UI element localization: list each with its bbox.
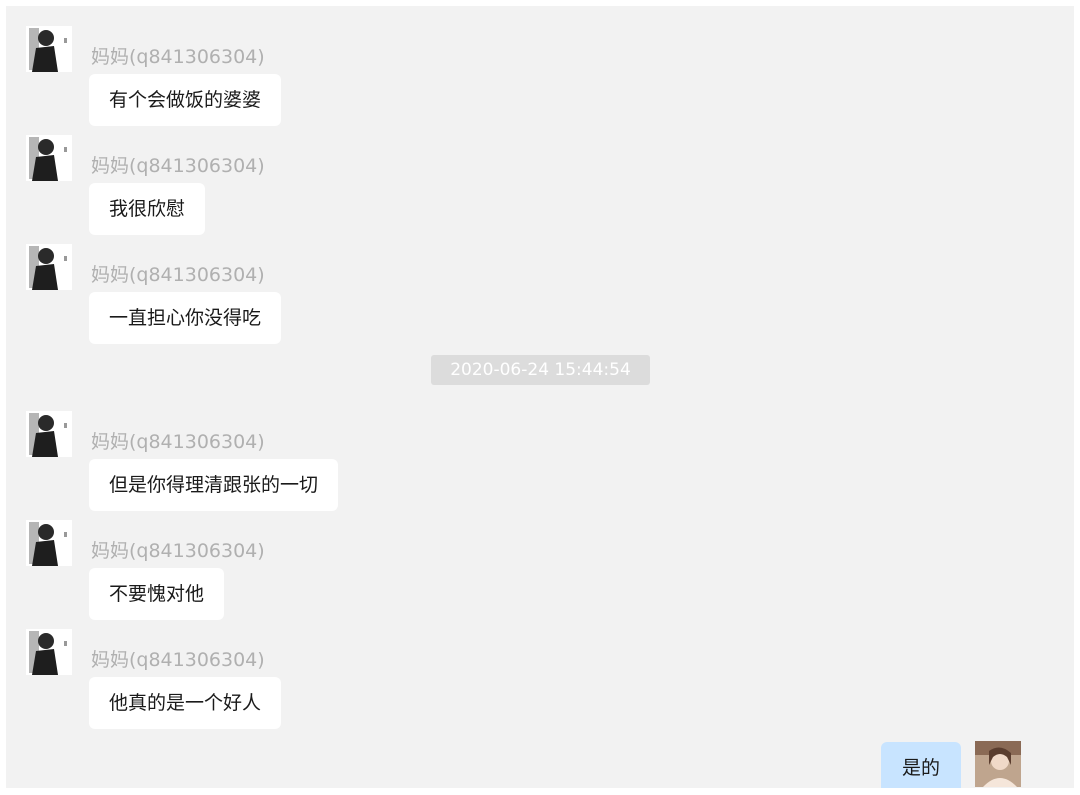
contact-avatar[interactable] (26, 244, 72, 290)
message-bubble[interactable]: 一直担心你没得吃 (89, 292, 282, 344)
contact-avatar[interactable] (26, 629, 72, 675)
self-avatar[interactable] (975, 741, 1021, 787)
avatar-photo-icon (975, 741, 1021, 787)
avatar-photo-icon (26, 244, 72, 290)
self-message-bubble[interactable]: 是的 (881, 742, 961, 788)
avatar-photo-icon (26, 135, 72, 181)
message-bubble[interactable]: 但是你得理清跟张的一切 (89, 459, 339, 511)
sender-name: 妈妈(q841306304) (91, 46, 265, 68)
avatar-photo-icon (26, 411, 72, 457)
message-bubble[interactable]: 我很欣慰 (89, 183, 206, 235)
sender-name: 妈妈(q841306304) (91, 264, 265, 286)
message-bubble[interactable]: 不要愧对他 (89, 568, 225, 620)
contact-avatar[interactable] (26, 411, 72, 457)
chat-message-area[interactable]: 妈妈(q841306304) 有个会做饭的婆婆 妈妈(q841306304) 我… (6, 6, 1074, 788)
sender-name: 妈妈(q841306304) (91, 649, 265, 671)
sender-name: 妈妈(q841306304) (91, 540, 265, 562)
sender-name: 妈妈(q841306304) (91, 155, 265, 177)
sender-name: 妈妈(q841306304) (91, 431, 265, 453)
contact-avatar[interactable] (26, 520, 72, 566)
contact-avatar[interactable] (26, 26, 72, 72)
avatar-photo-icon (26, 520, 72, 566)
message-bubble[interactable]: 有个会做饭的婆婆 (89, 74, 282, 126)
timestamp-divider: 2020-06-24 15:44:54 (431, 355, 650, 385)
avatar-photo-icon (26, 629, 72, 675)
avatar-photo-icon (26, 26, 72, 72)
contact-avatar[interactable] (26, 135, 72, 181)
message-bubble[interactable]: 他真的是一个好人 (89, 677, 282, 729)
